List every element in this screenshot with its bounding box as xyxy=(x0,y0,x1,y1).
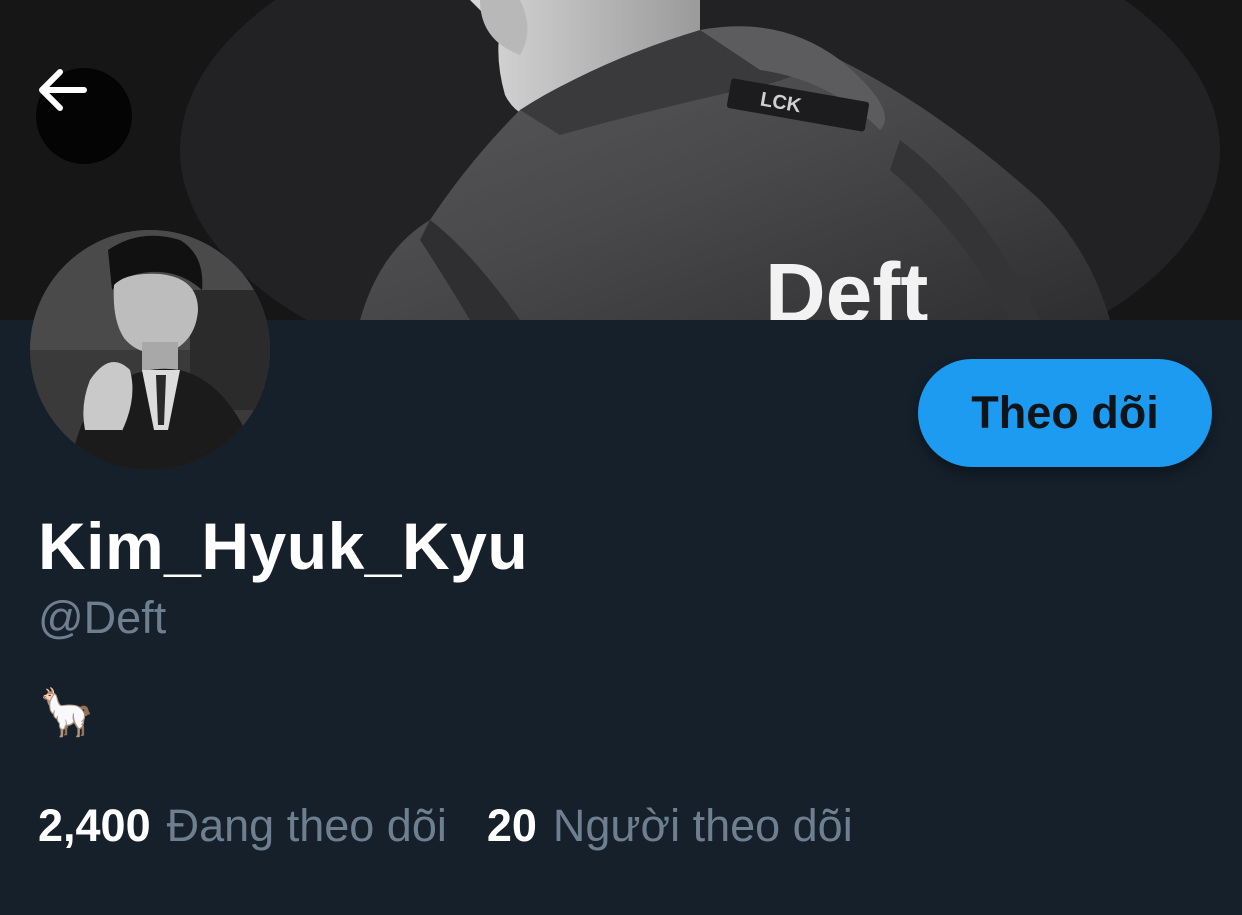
profile-page: LCK Deft Theo dõi Kim_Hyuk_Kyu @Deft 🦙 2… xyxy=(0,0,1242,915)
following-count: 2,400 xyxy=(38,800,151,851)
following-link[interactable]: 2,400 Đang theo dõi xyxy=(38,800,447,852)
avatar[interactable] xyxy=(30,230,270,470)
followers-count: 20 xyxy=(486,800,537,851)
profile-stats: 2,400 Đang theo dõi 20 Người theo dõi xyxy=(38,800,853,852)
display-name: Kim_Hyuk_Kyu xyxy=(38,509,529,583)
follow-button[interactable]: Theo dõi xyxy=(918,359,1212,467)
banner-jacket-text: Deft xyxy=(765,246,928,320)
followers-label: Người theo dõi xyxy=(552,800,853,851)
profile-bio: 🦙 xyxy=(38,686,96,738)
back-button[interactable] xyxy=(36,68,132,164)
user-handle: @Deft xyxy=(38,592,167,643)
following-label: Đang theo dõi xyxy=(166,800,447,851)
arrow-left-icon xyxy=(39,69,87,111)
followers-link[interactable]: 20 Người theo dõi xyxy=(487,800,853,852)
avatar-photo xyxy=(30,230,270,470)
